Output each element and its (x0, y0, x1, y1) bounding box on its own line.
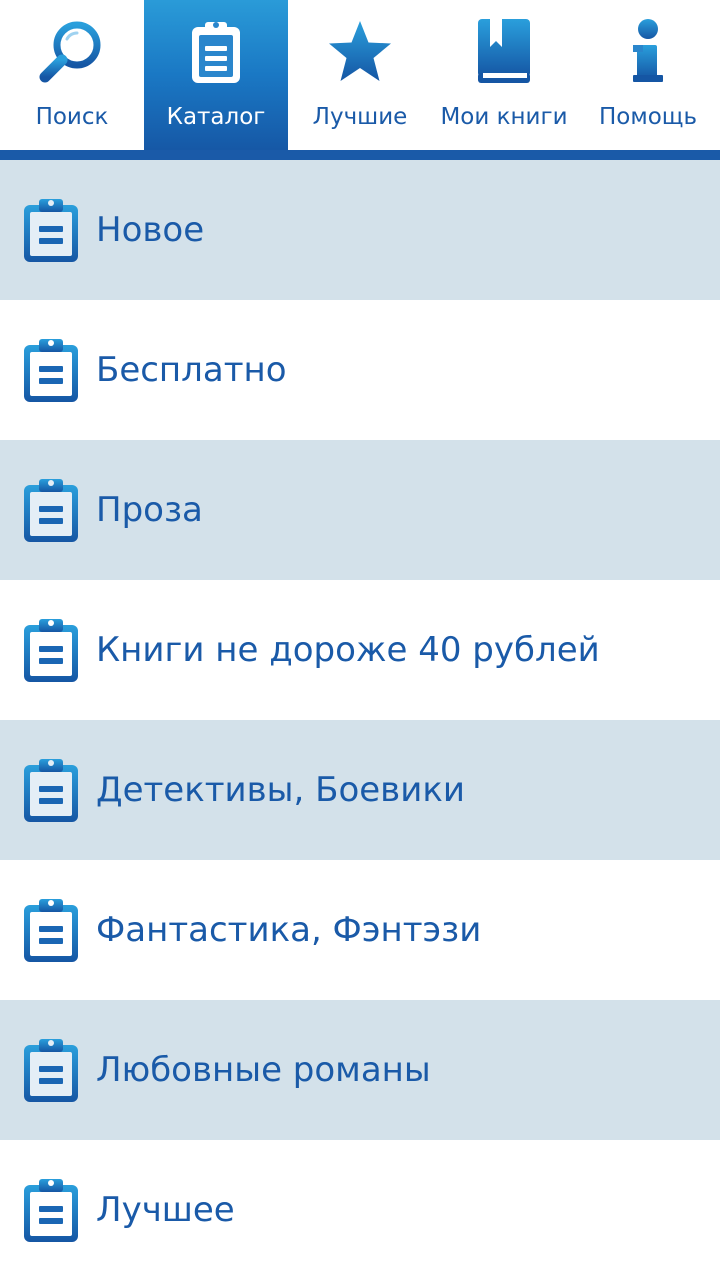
tab-search[interactable]: Поиск (0, 0, 144, 150)
list-item-label: Детективы, Боевики (96, 770, 465, 810)
clipboard-icon (24, 899, 78, 962)
list-item-label: Фантастика, Фэнтэзи (96, 910, 482, 950)
tab-help-label: Помощь (598, 104, 697, 130)
list-item[interactable]: Фантастика, Фэнтэзи (0, 860, 720, 1000)
list-item[interactable]: Любовные романы (0, 1000, 720, 1140)
clipboard-icon (181, 16, 251, 88)
list-item[interactable]: Новое (0, 160, 720, 300)
tab-help[interactable]: Помощь (576, 0, 720, 150)
list-item[interactable]: Проза (0, 440, 720, 580)
tab-bar-underline (0, 150, 720, 160)
clipboard-icon (24, 199, 78, 262)
clipboard-icon (24, 339, 78, 402)
tab-best-label: Лучшие (312, 104, 408, 130)
top-tab-bar: Поиск Каталог Лучшие Мои книги Помощь (0, 0, 720, 150)
search-icon (37, 16, 107, 88)
tab-catalog[interactable]: Каталог (144, 0, 288, 150)
list-item-label: Лучшее (96, 1190, 235, 1230)
list-item[interactable]: Лучшее (0, 1140, 720, 1280)
list-item[interactable]: Детективы, Боевики (0, 720, 720, 860)
clipboard-icon (24, 479, 78, 542)
list-item-label: Любовные романы (96, 1050, 431, 1090)
clipboard-icon (24, 619, 78, 682)
clipboard-icon (24, 1179, 78, 1242)
tab-search-label: Поиск (35, 104, 109, 130)
clipboard-icon (24, 1039, 78, 1102)
tab-my-books[interactable]: Мои книги (432, 0, 576, 150)
list-item-label: Новое (96, 210, 205, 250)
list-item-label: Книги не дороже 40 рублей (96, 630, 600, 670)
info-icon (613, 16, 683, 88)
tab-best[interactable]: Лучшие (288, 0, 432, 150)
book-icon (469, 16, 539, 88)
list-item[interactable]: Бесплатно (0, 300, 720, 440)
clipboard-icon (24, 759, 78, 822)
list-item-label: Проза (96, 490, 203, 530)
list-item-label: Бесплатно (96, 350, 287, 390)
tab-my-books-label: Мои книги (440, 104, 568, 130)
tab-catalog-label: Каталог (166, 104, 266, 130)
list-item[interactable]: Книги не дороже 40 рублей (0, 580, 720, 720)
star-icon (325, 16, 395, 88)
catalog-list: Новое Бесплатно Проза Книги не дороже 40… (0, 160, 720, 1280)
